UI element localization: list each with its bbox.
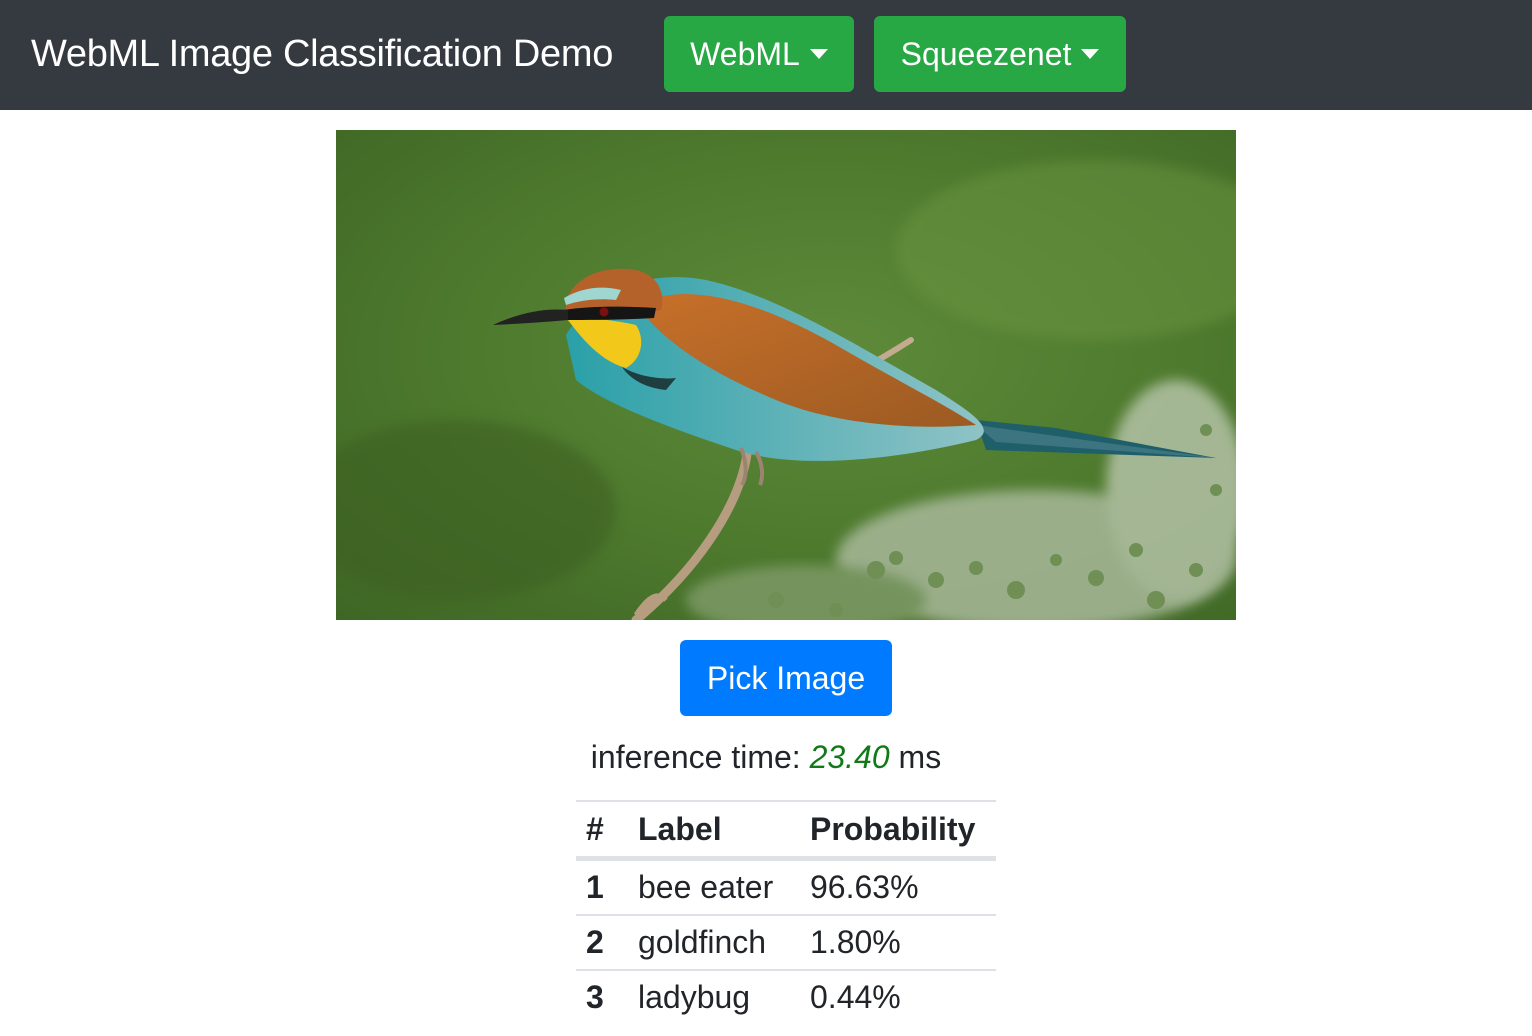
backend-dropdown-label: WebML (690, 35, 800, 72)
table-row: 3 ladybug 0.44% (576, 969, 996, 1024)
inference-label: inference time: (590, 739, 801, 775)
pick-image-button[interactable]: Pick Image (680, 640, 892, 716)
caret-down-icon (1081, 49, 1100, 59)
column-header-label: Label (628, 800, 800, 861)
bird-photo-icon (336, 130, 1236, 620)
row-probability: 1.80% (800, 914, 996, 970)
caret-down-icon (809, 49, 828, 59)
row-probability: 96.63% (810, 869, 919, 905)
results-table: # Label Probability 1 bee eater 96.63% 2… (576, 800, 996, 1024)
row-rank: 3 (576, 969, 628, 1024)
row-probability: 0.44% (800, 969, 996, 1024)
backend-dropdown-button[interactable]: WebML (664, 16, 854, 92)
column-header-probability: Probability (800, 800, 996, 861)
row-label: goldfinch (628, 914, 800, 970)
row-rank: 1 (586, 869, 604, 905)
column-header-rank: # (576, 800, 628, 861)
model-dropdown-button[interactable]: Squeezenet (874, 16, 1126, 92)
navbar: WebML Image Classification Demo WebML Sq… (0, 0, 1532, 110)
navbar-brand[interactable]: WebML Image Classification Demo (31, 30, 613, 78)
model-dropdown-label: Squeezenet (900, 35, 1072, 72)
inference-unit: ms (898, 739, 942, 775)
row-label: bee eater (638, 869, 774, 905)
row-rank: 2 (576, 914, 628, 970)
row-label: ladybug (628, 969, 800, 1024)
table-header-row: # Label Probability (576, 800, 996, 861)
table-row: 1 bee eater 96.63% (576, 859, 996, 916)
input-image (336, 130, 1236, 620)
inference-value: 23.40 (809, 739, 890, 775)
inference-time: inference time: 23.40 ms (0, 735, 1532, 779)
table-row: 2 goldfinch 1.80% (576, 914, 996, 970)
